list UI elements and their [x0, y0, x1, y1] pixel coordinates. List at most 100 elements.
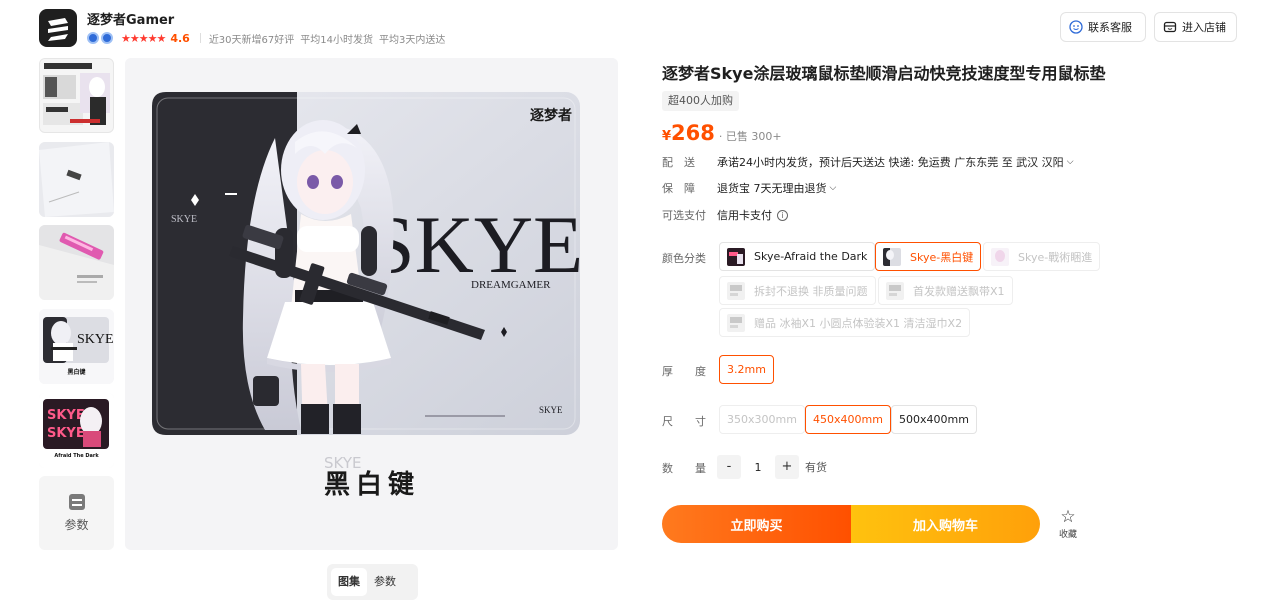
contact-service-label: 联系客服 [1088, 21, 1132, 34]
color-option-label: 赠品 冰袖X1 小圆点体验装X1 清洁湿巾X2 [754, 316, 963, 330]
delivery-row: 配送 承诺24小时内发货，预计后天送达 快递: 免运费 广东东莞 至 武汉 汉阳… [662, 154, 1074, 170]
option-no-return[interactable]: 拆封不退换 非质量问题 [719, 276, 876, 305]
purchase-bar: 立即购买 加入购物车 [662, 505, 1040, 543]
delivery-label: 配送 [662, 156, 706, 169]
color-option-tactical[interactable]: Skye-戰術睏進 [983, 242, 1101, 271]
option-thumbnail [727, 281, 745, 300]
shop-stat: 平均14小时发货 [300, 34, 373, 46]
caption-big: 黑白键 [324, 469, 420, 500]
gallery-tabs: 图集 参数 [327, 564, 418, 600]
size-option-500x400[interactable]: 500x400mm [891, 405, 977, 434]
mousepad-illustration: 逐梦者 SKYE DREAMGAMER SKYE SKYE SKYE 黑白键 [125, 58, 618, 550]
chevron-down-icon[interactable]: ⌵ [1067, 157, 1074, 167]
product-title: 逐梦者Skye涂层玻璃鼠标垫顺滑启动快竞技速度型专用鼠标垫 [662, 64, 1106, 83]
guarantee-row: 保障 退货宝 7天无理由退货 ⌵ [662, 180, 836, 196]
option-thumbnail [883, 247, 901, 266]
cart-count-pill: 超400人加购 [662, 91, 739, 111]
thumbnail-image [39, 225, 114, 300]
add-to-cart-button[interactable]: 加入购物车 [851, 505, 1040, 543]
shop-logo-icon [48, 18, 68, 41]
tab-gallery[interactable]: 图集 [331, 568, 367, 596]
favorite-label: 收藏 [1058, 530, 1077, 540]
shop-header: 逐梦者Gamer ★★★★★ 4.6 近30天新增67好评 平均14小时发货 平… [39, 8, 1239, 48]
color-option-label: 首发款赠送飘带X1 [913, 284, 1005, 298]
shop-meta: ★★★★★ 4.6 近30天新增67好评 平均14小时发货 平均3天内送达 [87, 31, 451, 46]
color-label: 颜色分类 [662, 252, 706, 265]
decrease-quantity-button[interactable]: - [717, 455, 741, 479]
medal-icon [87, 32, 99, 44]
increase-quantity-button[interactable]: + [775, 455, 799, 479]
color-option-label: 拆封不退换 非质量问题 [754, 284, 868, 298]
guarantee-value: 退货宝 7天无理由退货 [717, 182, 827, 195]
sold-count: · 已售 300+ [718, 130, 782, 143]
pad-big-text: SKYE [369, 199, 583, 290]
option-thumbnail [727, 247, 745, 266]
payment-label: 可选支付 [662, 209, 706, 222]
params-thumbnail[interactable]: 参数 [39, 476, 114, 550]
option-thumbnail [886, 281, 904, 300]
guarantee-label: 保障 [662, 182, 706, 195]
color-option-black-white[interactable]: Skye-黑白键 [875, 242, 982, 271]
store-icon [1163, 21, 1177, 33]
gallery-thumbnail-2[interactable] [39, 142, 114, 217]
svg-text:SKYE: SKYE [77, 332, 114, 347]
params-icon [68, 493, 85, 510]
color-option-afraid-the-dark[interactable]: Skye-Afraid the Dark [719, 242, 876, 271]
gallery-thumbnail-5[interactable]: SKYE SKYE Afraid The Dark [39, 393, 114, 468]
price-row: ¥ 268 · 已售 300+ [662, 121, 782, 145]
enter-store-label: 进入店铺 [1182, 21, 1226, 34]
stock-status: 有货 [805, 461, 827, 474]
option-thumbnail [727, 313, 745, 332]
payment-row: 可选支付 信用卡支付 i [662, 207, 788, 223]
favorite-button[interactable]: ☆ 收藏 [1054, 508, 1082, 540]
medal-icon [101, 32, 113, 44]
pad-sub-text: DREAMGAMER [471, 279, 551, 291]
size-option-350x300[interactable]: 350x300mm [719, 405, 805, 434]
color-option-label: Skye-Afraid the Dark [754, 250, 868, 263]
rating-stars: ★★★★★ [121, 31, 166, 45]
star-icon: ☆ [1060, 507, 1076, 527]
price-value: 268 [671, 121, 715, 145]
delivery-value: 承诺24小时内发货，预计后天送达 快递: 免运费 广东东莞 至 武汉 汉阳 [717, 156, 1064, 169]
size-option-450x400[interactable]: 450x400mm [805, 405, 891, 434]
shop-logo[interactable] [39, 9, 77, 47]
thumbnail-image [39, 142, 114, 217]
option-gift-bundle[interactable]: 赠品 冰袖X1 小圆点体验装X1 清洁湿巾X2 [719, 308, 971, 337]
quantity-stepper: - 1 + 有货 [717, 455, 827, 479]
gallery-thumbnail-1[interactable] [39, 58, 114, 133]
pad-side-text: SKYE [171, 214, 197, 225]
contact-service-button[interactable]: 联系客服 [1060, 12, 1146, 42]
thumbnail-image [40, 59, 113, 132]
divider [199, 33, 201, 43]
shop-rating: 4.6 [170, 31, 190, 45]
shop-stat: 近30天新增67好评 [208, 34, 295, 46]
color-option-label: Skye-戰術睏進 [1018, 250, 1093, 264]
option-thumbnail [991, 247, 1009, 266]
chat-icon [1069, 20, 1083, 34]
params-thumbnail-label: 参数 [64, 517, 89, 532]
thickness-option-label: 3.2mm [727, 363, 766, 376]
color-option-label: Skye-黑白键 [910, 250, 974, 264]
tab-params[interactable]: 参数 [367, 568, 403, 596]
pad-brand: 逐梦者 [530, 107, 572, 124]
price-currency: ¥ [662, 129, 672, 144]
payment-value: 信用卡支付 [717, 209, 772, 222]
chevron-down-icon[interactable]: ⌵ [830, 183, 837, 193]
svg-text:SKYE: SKYE [47, 408, 85, 423]
shop-stat: 平均3天内送达 [379, 34, 446, 46]
thumbnail-caption: 黑白键 [67, 369, 86, 376]
gallery-thumbnail-4[interactable]: SKYE 黑白键 [39, 309, 114, 384]
size-option-label: 500x400mm [899, 413, 969, 426]
buy-now-button[interactable]: 立即购买 [662, 505, 851, 543]
pad-corner-text: SKYE [539, 405, 563, 415]
shop-name[interactable]: 逐梦者Gamer [87, 9, 174, 28]
quantity-value[interactable]: 1 [741, 461, 775, 474]
info-icon[interactable]: i [777, 209, 788, 221]
enter-store-button[interactable]: 进入店铺 [1154, 12, 1237, 42]
thumbnail-caption: Afraid The Dark [54, 453, 99, 459]
thickness-option-3-2mm[interactable]: 3.2mm [719, 355, 774, 384]
main-product-image[interactable]: 逐梦者 SKYE DREAMGAMER SKYE SKYE SKYE 黑白键 [125, 58, 618, 550]
option-first-edition-gift[interactable]: 首发款赠送飘带X1 [878, 276, 1013, 305]
gallery-thumbnail-3[interactable] [39, 225, 114, 300]
size-option-label: 350x300mm [727, 413, 797, 426]
